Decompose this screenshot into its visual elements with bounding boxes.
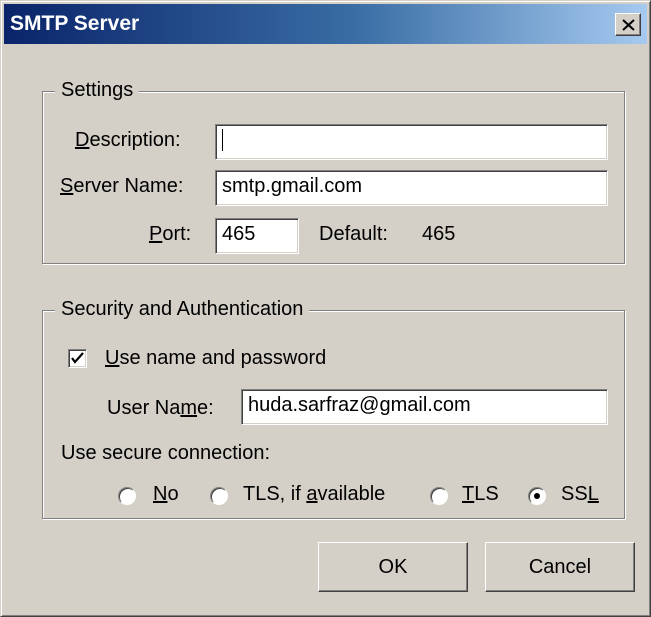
cancel-button[interactable]: Cancel bbox=[485, 542, 635, 592]
radio-ssl[interactable] bbox=[528, 487, 546, 505]
window-title: SMTP Server bbox=[10, 12, 140, 35]
username-label: User Name: bbox=[107, 397, 214, 419]
close-icon bbox=[622, 19, 635, 31]
port-field[interactable]: 465 bbox=[215, 218, 299, 254]
port-label: Port: bbox=[149, 223, 192, 245]
server-name-field[interactable]: smtp.gmail.com bbox=[215, 170, 608, 206]
smtp-server-dialog: SMTP Server Settings Description: Server… bbox=[0, 0, 651, 617]
settings-group: Settings Description: Server Name: smtp.… bbox=[42, 79, 625, 264]
radio-no-label[interactable]: No bbox=[153, 483, 179, 506]
radio-tls-if-available[interactable] bbox=[210, 487, 228, 505]
default-label: Default: bbox=[319, 223, 388, 245]
radio-no[interactable] bbox=[118, 487, 136, 505]
security-group: Security and Authentication Use name and… bbox=[42, 298, 625, 519]
description-field[interactable] bbox=[215, 124, 608, 160]
checkmark-icon bbox=[71, 352, 84, 364]
use-name-password-label[interactable]: Use name and password bbox=[105, 347, 326, 370]
ok-button[interactable]: OK bbox=[318, 542, 468, 592]
server-name-label: Server Name: bbox=[60, 175, 184, 197]
settings-legend: Settings bbox=[55, 79, 140, 102]
close-button[interactable] bbox=[615, 13, 641, 36]
default-port-value: 465 bbox=[422, 223, 456, 245]
text-caret bbox=[222, 129, 223, 151]
radio-tls-if-available-label[interactable]: TLS, if available bbox=[243, 483, 385, 506]
radio-tls[interactable] bbox=[430, 487, 448, 505]
use-name-password-checkbox[interactable] bbox=[68, 349, 87, 368]
username-field[interactable]: huda.sarfraz@gmail.com bbox=[241, 389, 608, 425]
secure-connection-label: Use secure connection: bbox=[61, 442, 271, 464]
description-label: Description: bbox=[75, 129, 181, 151]
title-bar[interactable]: SMTP Server bbox=[4, 4, 647, 44]
radio-tls-label[interactable]: TLS bbox=[462, 483, 499, 506]
radio-selected-dot bbox=[534, 493, 540, 499]
security-legend: Security and Authentication bbox=[55, 298, 310, 321]
radio-ssl-label[interactable]: SSL bbox=[561, 483, 599, 506]
